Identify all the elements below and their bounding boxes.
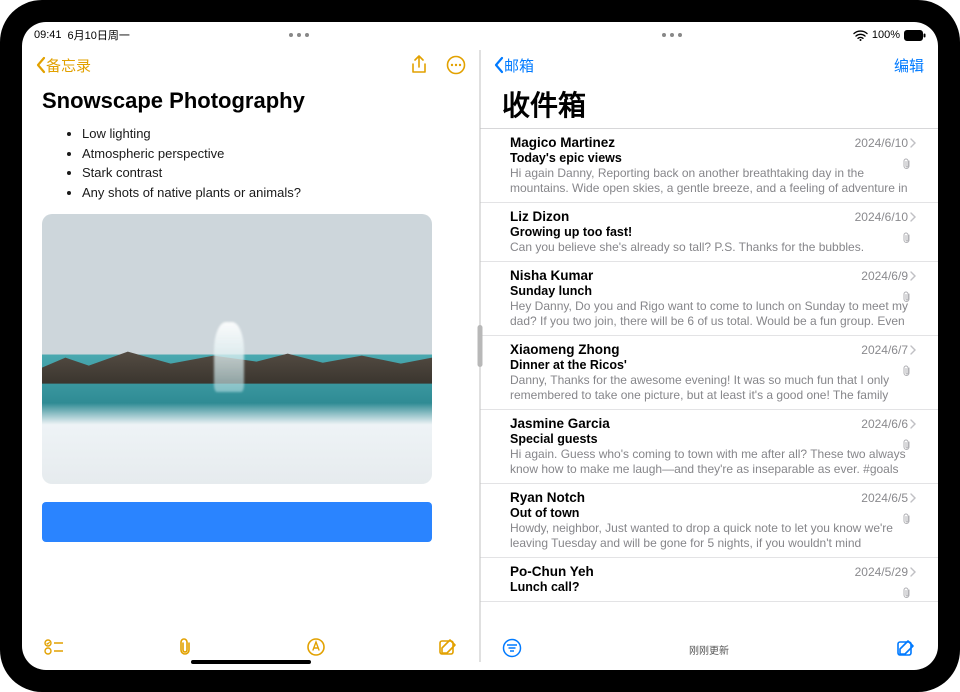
mail-navbar: 邮箱 编辑	[480, 46, 938, 84]
attachment-icon	[902, 586, 912, 604]
filter-button[interactable]	[502, 638, 522, 661]
split-handle[interactable]	[478, 325, 483, 367]
wifi-icon	[853, 30, 868, 41]
paperclip-icon	[176, 637, 194, 657]
mail-preview: Hi again. Guess who's coming to town wit…	[510, 447, 916, 477]
compose-icon	[438, 637, 458, 657]
chevron-right-icon	[910, 212, 916, 222]
mail-sender: Ryan Notch	[510, 490, 585, 505]
mail-row[interactable]: Liz Dizon 2024/6/10Growing up too fast!Ca…	[480, 203, 938, 262]
chevron-right-icon	[910, 138, 916, 148]
notes-navbar: 备忘录	[22, 46, 480, 84]
mail-sender: Liz Dizon	[510, 209, 569, 224]
mail-back-button[interactable]: 邮箱	[494, 55, 894, 76]
ellipsis-circle-icon	[446, 55, 466, 75]
mail-row[interactable]: Nisha Kumar 2024/6/9Sunday lunchHey Danny…	[480, 262, 938, 336]
attachment-icon	[902, 157, 912, 175]
mail-row[interactable]: Jasmine Garcia 2024/6/6Special guestsHi a…	[480, 410, 938, 484]
notes-pane: 09:41 6月10日周一 备忘录	[22, 22, 480, 670]
mail-date: 2024/6/5	[861, 491, 908, 505]
checklist-icon	[44, 638, 64, 656]
mail-subject: Today's epic views	[510, 151, 916, 165]
mail-pane: 100% 邮箱 编辑 收件箱 Magico Martinez2024/6/10T…	[480, 22, 938, 670]
mail-sender: Magico Martinez	[510, 135, 615, 150]
attachment-icon	[902, 364, 912, 382]
mail-row[interactable]: Magico Martinez 2024/6/10Today's epic vie…	[480, 129, 938, 203]
mail-subject: Out of town	[510, 506, 916, 520]
mail-toolbar: 刚刚更新	[480, 628, 938, 670]
mail-edit-button[interactable]: 编辑	[894, 55, 924, 76]
battery-icon	[904, 30, 926, 41]
markup-button[interactable]	[306, 637, 326, 662]
compose-icon	[896, 638, 916, 658]
mail-back-label: 邮箱	[504, 55, 534, 76]
attachment-icon	[902, 290, 912, 308]
mail-sender: Po-Chun Yeh	[510, 564, 594, 579]
mail-subject: Sunday lunch	[510, 284, 916, 298]
chevron-right-icon	[910, 567, 916, 577]
note-bullet: Stark contrast	[82, 163, 460, 183]
filter-icon	[502, 638, 522, 658]
attachment-icon	[902, 231, 912, 249]
share-icon	[410, 55, 428, 75]
status-date: 6月10日周一	[68, 27, 130, 43]
chevron-left-icon	[36, 56, 46, 74]
mail-row[interactable]: Po-Chun Yeh 2024/5/29Lunch call?	[480, 558, 938, 602]
mail-preview: Hey Danny, Do you and Rigo want to come …	[510, 299, 916, 329]
battery-percent: 100%	[872, 29, 900, 41]
status-bar-left: 09:41 6月10日周一	[22, 22, 480, 46]
mail-subject: Lunch call?	[510, 580, 916, 594]
chevron-right-icon	[910, 493, 916, 503]
multitask-dots-left[interactable]	[130, 33, 468, 37]
mail-sender: Nisha Kumar	[510, 268, 593, 283]
share-button[interactable]	[410, 55, 428, 75]
notes-back-button[interactable]: 备忘录	[36, 55, 410, 76]
mail-subject: Dinner at the Ricos'	[510, 358, 916, 372]
more-button[interactable]	[446, 55, 466, 75]
chevron-right-icon	[910, 271, 916, 281]
chevron-right-icon	[910, 419, 916, 429]
mail-sender: Jasmine Garcia	[510, 416, 610, 431]
compose-mail-button[interactable]	[896, 638, 916, 661]
mail-status-text: 刚刚更新	[689, 642, 729, 657]
mail-list[interactable]: Magico Martinez2024/6/10Today's epic vie…	[480, 128, 938, 628]
markup-icon	[306, 637, 326, 657]
attachment-icon	[902, 512, 912, 530]
mail-row[interactable]: Xiaomeng Zhong 2024/6/7Dinner at the Rico…	[480, 336, 938, 410]
mail-date: 2024/6/9	[861, 269, 908, 283]
mail-date: 2024/6/7	[861, 343, 908, 357]
status-bar-right: 100%	[480, 22, 938, 46]
note-secondary-photo[interactable]	[42, 502, 432, 542]
checklist-button[interactable]	[44, 638, 64, 661]
mail-sender: Xiaomeng Zhong	[510, 342, 620, 357]
note-body[interactable]: Snowscape Photography Low lightingAtmosp…	[22, 84, 480, 628]
mail-row[interactable]: Ryan Notch 2024/6/5Out of townHowdy, neig…	[480, 484, 938, 558]
home-indicator[interactable]	[191, 660, 311, 664]
chevron-left-icon	[494, 56, 504, 74]
note-title: Snowscape Photography	[42, 88, 460, 114]
mail-preview: Hi again Danny, Reporting back on anothe…	[510, 166, 916, 196]
mail-subject: Special guests	[510, 432, 916, 446]
chevron-right-icon	[910, 345, 916, 355]
notes-back-label: 备忘录	[46, 55, 91, 76]
mail-preview: Danny, Thanks for the awesome evening! I…	[510, 373, 916, 403]
note-bullet: Low lighting	[82, 124, 460, 144]
mail-date: 2024/6/6	[861, 417, 908, 431]
mail-date: 2024/6/10	[855, 210, 908, 224]
inbox-title: 收件箱	[480, 84, 938, 128]
note-bullet: Atmospheric perspective	[82, 144, 460, 164]
mail-preview: Can you believe she's already so tall? P…	[510, 240, 916, 255]
attach-button[interactable]	[176, 637, 194, 662]
mail-date: 2024/5/29	[855, 565, 908, 579]
mail-preview: Howdy, neighbor, Just wanted to drop a q…	[510, 521, 916, 551]
note-bullet-list: Low lightingAtmospheric perspectiveStark…	[42, 124, 460, 202]
attachment-icon	[902, 438, 912, 456]
multitask-dots-right[interactable]	[492, 33, 853, 37]
note-bullet: Any shots of native plants or animals?	[82, 183, 460, 203]
status-time: 09:41	[34, 29, 62, 41]
note-attached-photo[interactable]	[42, 214, 432, 484]
mail-subject: Growing up too fast!	[510, 225, 916, 239]
compose-note-button[interactable]	[438, 637, 458, 662]
mail-date: 2024/6/10	[855, 136, 908, 150]
